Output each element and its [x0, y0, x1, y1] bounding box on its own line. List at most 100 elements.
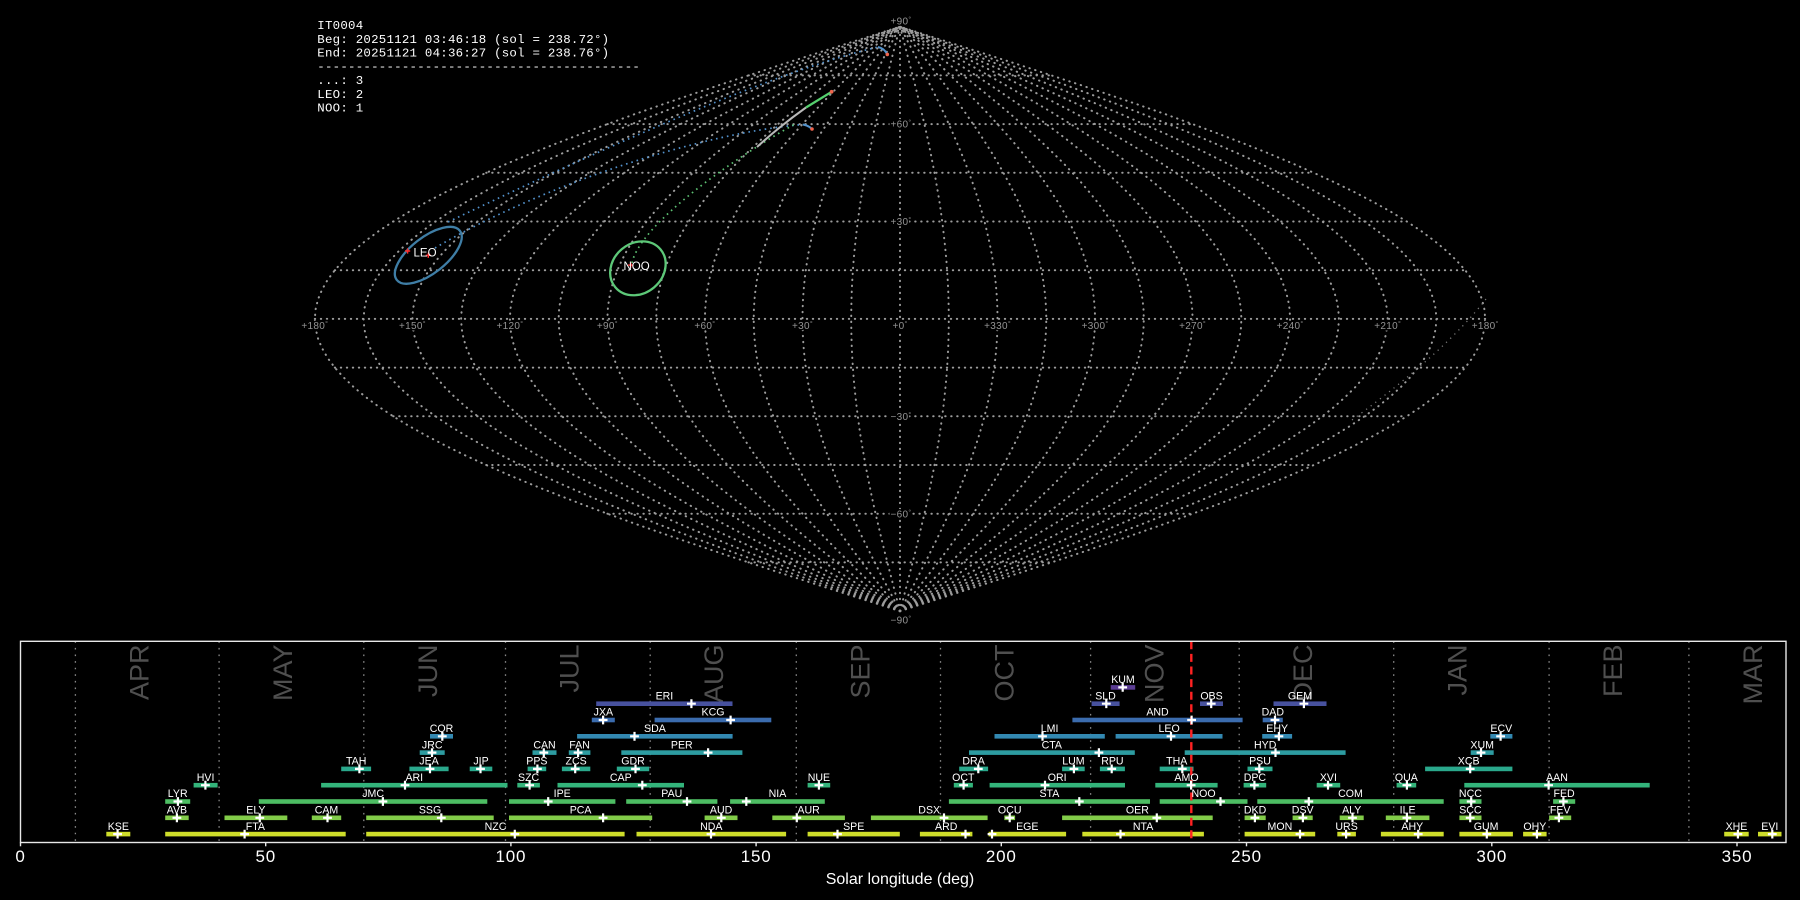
svg-text:EGE: EGE	[1016, 821, 1038, 833]
svg-text:EHY: EHY	[1266, 723, 1288, 735]
svg-text:NOV: NOV	[1140, 645, 1170, 704]
svg-text:AMO: AMO	[1174, 772, 1198, 784]
svg-text:End: 20251121 04:36:27 (sol =: End: 20251121 04:36:27 (sol = 238.76°)	[317, 47, 609, 61]
svg-text:ZCS: ZCS	[566, 756, 587, 768]
svg-text:ECV: ECV	[1490, 723, 1513, 735]
svg-text:+60°: +60°	[694, 320, 715, 332]
svg-text:OHY: OHY	[1523, 821, 1546, 833]
svg-text:200: 200	[986, 847, 1017, 866]
svg-text:+330°: +330°	[984, 320, 1011, 332]
svg-text:+180°: +180°	[301, 320, 328, 332]
svg-text:NOO: NOO	[1192, 788, 1216, 800]
svg-text:SEP: SEP	[845, 645, 875, 699]
svg-text:+90°: +90°	[891, 16, 912, 28]
svg-text:JXA: JXA	[594, 707, 614, 719]
svg-text:ARI: ARI	[405, 772, 423, 784]
svg-text:NOO: NOO	[624, 261, 650, 273]
svg-text:JAN: JAN	[1443, 645, 1473, 696]
svg-text:+150°: +150°	[399, 320, 426, 332]
svg-text:0: 0	[15, 847, 25, 866]
svg-text:AVB: AVB	[167, 805, 187, 817]
svg-text:Solar longitude (deg): Solar longitude (deg)	[826, 871, 975, 888]
svg-text:NIA: NIA	[769, 788, 788, 800]
svg-text:AUR: AUR	[797, 805, 820, 817]
svg-text:AHY: AHY	[1401, 821, 1423, 833]
svg-text:HYD: HYD	[1254, 739, 1277, 751]
svg-text:+90°: +90°	[597, 320, 618, 332]
svg-text:FTA: FTA	[246, 821, 266, 833]
svg-text:LEO: LEO	[1158, 723, 1179, 735]
svg-text:AUG: AUG	[699, 645, 729, 704]
svg-text:OCU: OCU	[998, 805, 1022, 817]
svg-text:IPE: IPE	[554, 788, 571, 800]
svg-text:FEV: FEV	[1550, 805, 1572, 817]
svg-text:DSV: DSV	[1292, 805, 1315, 817]
svg-text:50: 50	[255, 847, 276, 866]
svg-text:+270°: +270°	[1179, 320, 1206, 332]
svg-text:+180°: +180°	[1472, 320, 1499, 332]
svg-text:−60°: −60°	[891, 508, 912, 520]
svg-text:XVI: XVI	[1320, 772, 1337, 784]
svg-text:LMI: LMI	[1041, 723, 1059, 735]
svg-text:PAU: PAU	[661, 788, 682, 800]
svg-text:KCG: KCG	[702, 707, 725, 719]
svg-text:OCT: OCT	[952, 772, 975, 784]
svg-text:CQR: CQR	[430, 723, 454, 735]
svg-text:LEO: LEO	[414, 247, 437, 259]
svg-text:HVI: HVI	[197, 772, 215, 784]
svg-text:PPS: PPS	[526, 756, 547, 768]
svg-text:150: 150	[741, 847, 772, 866]
svg-text:URS: URS	[1335, 821, 1357, 833]
svg-text:XHE: XHE	[1726, 821, 1748, 833]
svg-text:OBS: OBS	[1200, 690, 1222, 702]
svg-text:PER: PER	[671, 739, 693, 751]
svg-text:SZC: SZC	[518, 772, 540, 784]
svg-text:JUN: JUN	[413, 645, 443, 698]
svg-text:+240°: +240°	[1277, 320, 1304, 332]
svg-text:MAY: MAY	[268, 645, 298, 702]
svg-text:350: 350	[1722, 847, 1753, 866]
svg-text:NDA: NDA	[700, 821, 723, 833]
svg-text:APR: APR	[124, 645, 154, 701]
svg-text:THA: THA	[1166, 756, 1188, 768]
svg-text:OER: OER	[1126, 805, 1149, 817]
svg-text:−90°: −90°	[891, 614, 912, 626]
svg-text:IT0004: IT0004	[317, 19, 363, 33]
svg-text:Beg: 20251121 03:46:18 (sol =: Beg: 20251121 03:46:18 (sol = 238.72°)	[317, 33, 609, 47]
svg-text:100: 100	[496, 847, 527, 866]
svg-text:CAN: CAN	[533, 739, 555, 751]
svg-text:FEB: FEB	[1598, 645, 1628, 698]
svg-text:DKD: DKD	[1244, 805, 1267, 817]
svg-text:GEM: GEM	[1288, 690, 1312, 702]
svg-text:NZC: NZC	[485, 821, 507, 833]
svg-text:+60°: +60°	[891, 119, 912, 131]
svg-text:PSU: PSU	[1249, 756, 1271, 768]
svg-text:ORI: ORI	[1048, 772, 1067, 784]
svg-text:JRC: JRC	[422, 739, 443, 751]
svg-text:+300°: +300°	[1082, 320, 1109, 332]
svg-text:XUM: XUM	[1470, 739, 1494, 751]
svg-text:DAD: DAD	[1262, 707, 1285, 719]
svg-text:JEA: JEA	[419, 756, 439, 768]
svg-text:OCT: OCT	[990, 645, 1020, 702]
svg-text:KUM: KUM	[1111, 674, 1135, 686]
svg-text:300: 300	[1476, 847, 1507, 866]
svg-text:JUL: JUL	[555, 645, 585, 693]
svg-text:MON: MON	[1268, 821, 1293, 833]
svg-text:+120°: +120°	[496, 320, 523, 332]
svg-text:LYR: LYR	[168, 788, 188, 800]
svg-text:AAN: AAN	[1546, 772, 1568, 784]
svg-text:COM: COM	[1338, 788, 1363, 800]
svg-text:ALY: ALY	[1342, 805, 1361, 817]
svg-text:ERI: ERI	[656, 690, 674, 702]
svg-text:...: 3: ...: 3	[317, 74, 363, 88]
svg-text:XCB: XCB	[1458, 756, 1480, 768]
svg-text:CTA: CTA	[1042, 739, 1063, 751]
svg-text:------------------------------: ----------------------------------------…	[317, 60, 640, 74]
svg-text:+210°: +210°	[1374, 320, 1401, 332]
svg-text:PCA: PCA	[570, 805, 593, 817]
svg-text:LEO: 2: LEO: 2	[317, 88, 363, 102]
svg-text:SLD: SLD	[1095, 690, 1116, 702]
svg-text:+30°: +30°	[792, 320, 813, 332]
svg-text:SCC: SCC	[1459, 805, 1482, 817]
